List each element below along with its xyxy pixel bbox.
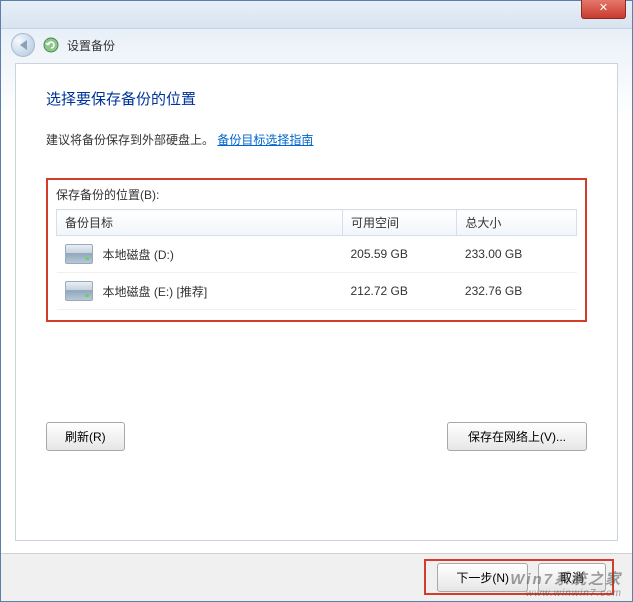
titlebar: ✕ — [1, 1, 632, 29]
table-row[interactable]: 本地磁盘 (D:) 205.59 GB 233.00 GB — [57, 236, 577, 273]
action-row: 刷新(R) 保存在网络上(V)... — [46, 422, 587, 451]
backup-center-icon — [43, 37, 59, 53]
col-target[interactable]: 备份目标 — [57, 210, 343, 236]
drive-name: 本地磁盘 (E:) [推荐] — [103, 283, 208, 300]
page-title: 选择要保存备份的位置 — [46, 88, 587, 109]
table-row[interactable]: 本地磁盘 (E:) [推荐] 212.72 GB 232.76 GB — [57, 273, 577, 310]
content-panel: 选择要保存备份的位置 建议将备份保存到外部硬盘上。 备份目标选择指南 保存备份的… — [15, 63, 618, 541]
hard-drive-icon — [65, 281, 93, 301]
cancel-button[interactable]: 取消 — [538, 563, 606, 592]
next-button[interactable]: 下一步(N) — [437, 563, 528, 592]
table-header-row: 备份目标 可用空间 总大小 — [57, 210, 577, 236]
drive-name: 本地磁盘 (D:) — [103, 246, 174, 263]
drive-total: 233.00 GB — [457, 236, 577, 273]
backup-setup-window: ✕ 设置备份 选择要保存备份的位置 建议将备份保存到外部硬盘上。 备份目标选择指… — [0, 0, 633, 602]
wizard-footer: 下一步(N) 取消 — [1, 553, 632, 601]
guideline-link[interactable]: 备份目标选择指南 — [217, 133, 313, 147]
navbar: 设置备份 — [1, 29, 632, 61]
drive-free: 205.59 GB — [343, 236, 457, 273]
refresh-button[interactable]: 刷新(R) — [46, 422, 125, 451]
instruction-label: 建议将备份保存到外部硬盘上。 — [46, 133, 214, 147]
col-free[interactable]: 可用空间 — [343, 210, 457, 236]
save-network-button[interactable]: 保存在网络上(V)... — [447, 422, 587, 451]
hard-drive-icon — [65, 244, 93, 264]
close-button[interactable]: ✕ — [581, 0, 626, 19]
col-total[interactable]: 总大小 — [457, 210, 577, 236]
drive-list-label: 保存备份的位置(B): — [56, 186, 577, 203]
drive-list-highlight: 保存备份的位置(B): 备份目标 可用空间 总大小 本地磁盘 (D:) — [46, 178, 587, 322]
drive-free: 212.72 GB — [343, 273, 457, 310]
drive-table: 备份目标 可用空间 总大小 本地磁盘 (D:) 205.59 GB — [56, 209, 577, 310]
arrow-left-icon — [20, 40, 27, 50]
drive-total: 232.76 GB — [457, 273, 577, 310]
back-button[interactable] — [11, 33, 35, 57]
close-icon: ✕ — [599, 2, 608, 14]
instruction-text: 建议将备份保存到外部硬盘上。 备份目标选择指南 — [46, 131, 587, 148]
nav-title: 设置备份 — [67, 37, 115, 54]
